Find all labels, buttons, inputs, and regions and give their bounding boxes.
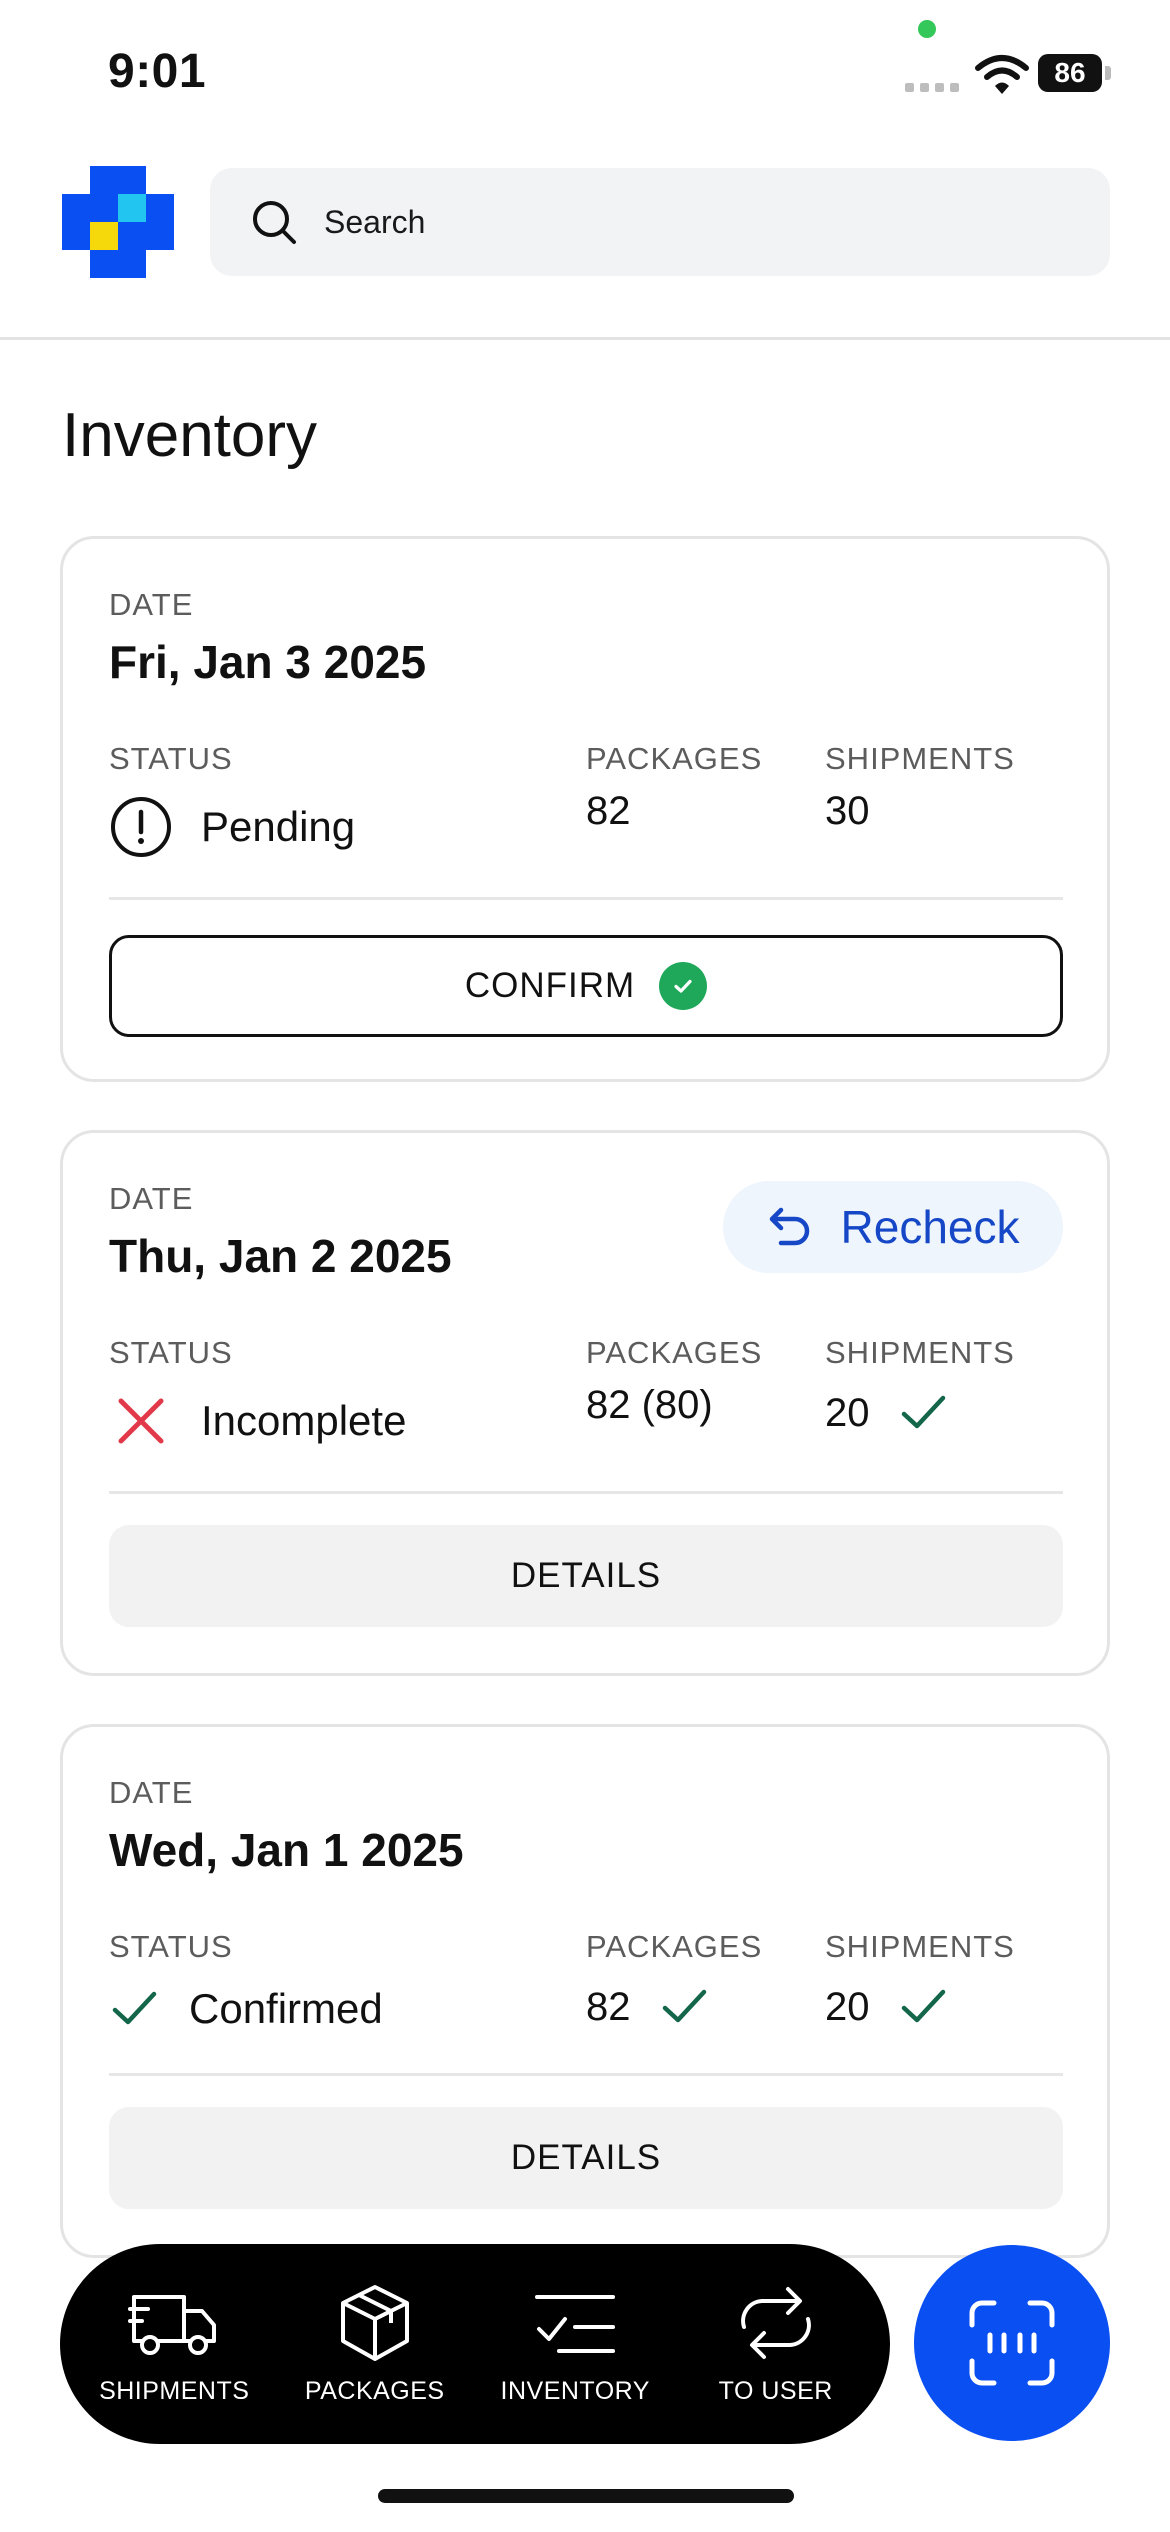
- nav-item-inventory[interactable]: INVENTORY: [475, 2283, 675, 2406]
- check-circle-icon: [659, 962, 708, 1010]
- shipments-value: 20: [825, 1387, 950, 1439]
- inventory-card: DATE Fri, Jan 3 2025 STATUS PACKAGES SHI…: [60, 536, 1110, 1082]
- date-label: DATE: [109, 1775, 194, 1810]
- details-button-label: DETAILS: [510, 1556, 662, 1595]
- package-box-icon: [340, 2284, 409, 2361]
- inventory-card: DATE Thu, Jan 2 2025 Recheck STATUS PACK…: [60, 1130, 1110, 1676]
- shipments-number: 20: [825, 1390, 870, 1435]
- date-label: DATE: [109, 587, 194, 622]
- confirm-button[interactable]: CONFIRM: [109, 935, 1063, 1037]
- truck-icon: [128, 2294, 217, 2355]
- checklist-icon: [535, 2294, 616, 2353]
- checkmark-icon: [112, 1991, 157, 2025]
- status-label: STATUS: [109, 1335, 233, 1370]
- packages-label: PACKAGES: [586, 741, 763, 776]
- barcode-scan-icon: [969, 2300, 1055, 2386]
- packages-value: 82 (80): [586, 1383, 713, 1427]
- inventory-card: DATE Wed, Jan 1 2025 STATUS PACKAGES SHI…: [60, 1724, 1110, 2258]
- recheck-label: Recheck: [840, 1201, 1020, 1253]
- nav-item-to-user[interactable]: TO USER: [676, 2283, 876, 2406]
- shipments-label: SHIPMENTS: [825, 1929, 1015, 1964]
- status-label: STATUS: [109, 1929, 233, 1964]
- camera-indicator: [918, 20, 936, 38]
- card-divider: [109, 2073, 1063, 2076]
- status-text: Incomplete: [201, 1397, 407, 1444]
- x-mark-icon: [118, 1398, 164, 1444]
- details-button[interactable]: DETAILS: [109, 1525, 1063, 1627]
- shipments-number: 20: [825, 1984, 870, 2029]
- details-button-label: DETAILS: [510, 2138, 662, 2177]
- search-placeholder: Search: [324, 203, 426, 240]
- scan-button[interactable]: [914, 2245, 1110, 2441]
- cellular-signal-icon: [905, 80, 961, 94]
- card-divider: [109, 1491, 1063, 1494]
- inventory-date: Fri, Jan 3 2025: [109, 636, 427, 688]
- checkmark-icon: [662, 1989, 706, 2023]
- status-text: Confirmed: [189, 1985, 383, 2032]
- battery-icon: 86: [1038, 54, 1114, 92]
- status-bar: 9:01 86: [0, 0, 1170, 150]
- packages-value: 82: [586, 789, 631, 833]
- battery-level: 86: [1038, 54, 1102, 92]
- nav-label: SHIPMENTS: [99, 2376, 250, 2405]
- search-bar[interactable]: Search: [210, 168, 1110, 276]
- inventory-date: Thu, Jan 2 2025: [109, 1230, 452, 1282]
- page-title: Inventory: [62, 401, 318, 470]
- status-value: Confirmed: [109, 1983, 383, 2035]
- wifi-icon: [975, 55, 1029, 94]
- status-text: Pending: [201, 803, 356, 850]
- shipments-value: 20: [825, 1981, 950, 2033]
- shipments-label: SHIPMENTS: [825, 741, 1015, 776]
- home-indicator: [378, 2489, 794, 2503]
- packages-label: PACKAGES: [586, 1929, 763, 1964]
- shipments-label: SHIPMENTS: [825, 1335, 1015, 1370]
- shipments-value: 30: [825, 789, 870, 833]
- checkmark-icon: [901, 1989, 945, 2023]
- date-label: DATE: [109, 1181, 194, 1216]
- status-value: Pending: [109, 795, 355, 859]
- status-label: STATUS: [109, 741, 233, 776]
- recheck-button[interactable]: Recheck: [723, 1181, 1063, 1273]
- packages-value: 82: [586, 1981, 711, 2033]
- exclamation-circle-icon: [111, 797, 171, 857]
- status-time: 9:01: [108, 45, 207, 98]
- details-button[interactable]: DETAILS: [109, 2107, 1063, 2209]
- nav-item-packages[interactable]: PACKAGES: [275, 2283, 475, 2406]
- nav-item-shipments[interactable]: SHIPMENTS: [74, 2283, 274, 2406]
- bottom-nav: SHIPMENTS PACKAGES INVENTORY TO USER: [60, 2244, 890, 2444]
- inventory-date: Wed, Jan 1 2025: [109, 1824, 464, 1876]
- packages-number: 82: [586, 1984, 631, 2029]
- checkmark-icon: [901, 1395, 945, 1429]
- app-logo: [62, 166, 174, 278]
- search-icon: [253, 201, 296, 244]
- nav-label: INVENTORY: [500, 2376, 650, 2405]
- confirm-button-label: CONFIRM: [464, 966, 636, 1005]
- status-value: Incomplete: [109, 1389, 406, 1453]
- nav-label: TO USER: [718, 2376, 833, 2405]
- swap-arrows-icon: [740, 2286, 811, 2359]
- card-divider: [109, 897, 1063, 900]
- undo-arrow-icon: [769, 1207, 809, 1246]
- nav-label: PACKAGES: [304, 2376, 445, 2405]
- app-header: Search: [0, 150, 1170, 340]
- packages-label: PACKAGES: [586, 1335, 763, 1370]
